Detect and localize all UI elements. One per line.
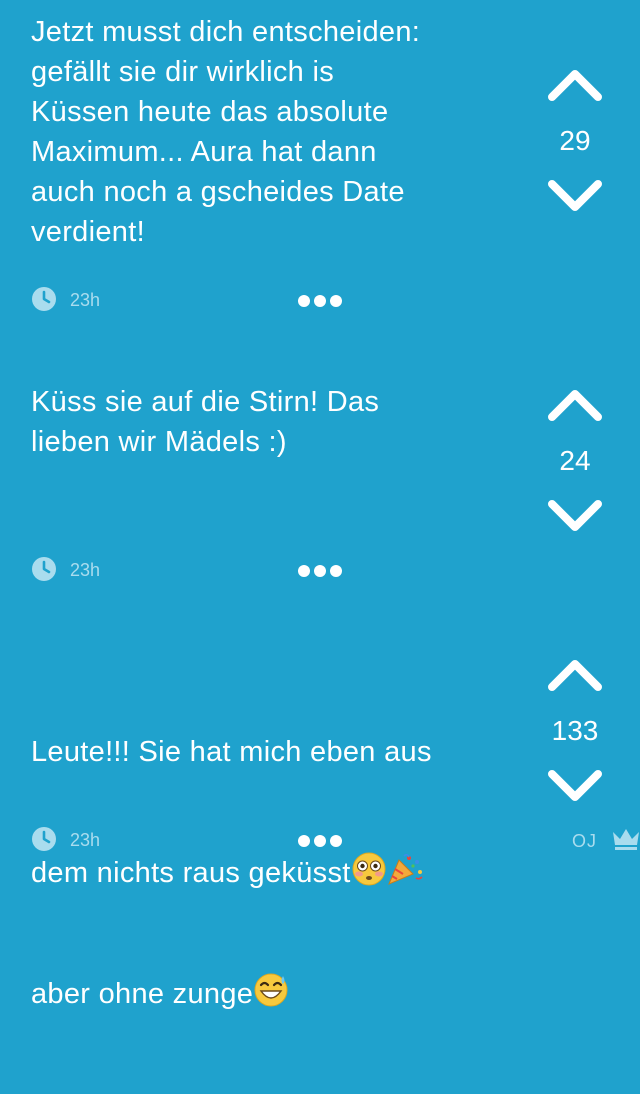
more-dots-icon[interactable] — [297, 564, 343, 578]
op-label: OJ — [572, 831, 598, 851]
more-dots-icon[interactable] — [297, 294, 343, 308]
upvote-button[interactable] — [546, 384, 604, 424]
post-text: Leute!!! Sie hat mich eben aus dem nicht… — [31, 652, 511, 1094]
post-text-segment: aber ohne zunge — [31, 978, 254, 1010]
vote-count: 24 — [559, 445, 591, 476]
post-text-line: aber ohne zunge — [31, 973, 511, 1014]
post-meta: 23h OJ — [31, 826, 639, 854]
post-text: Jetzt musst dich entscheiden: gefällt si… — [31, 16, 421, 248]
chevron-up-icon — [548, 70, 602, 101]
post-text: Küss sie auf die Stirn! Das lieben wir M… — [31, 386, 380, 458]
upvote-button[interactable] — [546, 654, 604, 694]
op-badge: OJ — [542, 826, 640, 854]
chevron-down-icon — [548, 180, 602, 211]
clock-icon — [32, 557, 56, 581]
downvote-button[interactable] — [546, 176, 604, 216]
post-text-line: Leute!!! Sie hat mich eben aus — [31, 736, 432, 768]
crown-icon — [613, 829, 639, 850]
grinning-sweat-emoji — [254, 973, 288, 1007]
chevron-down-icon — [548, 500, 602, 531]
downvote-button[interactable] — [546, 766, 604, 806]
upvote-button[interactable] — [546, 64, 604, 104]
flushed-face-emoji — [352, 852, 386, 886]
post-time: 23h — [70, 290, 101, 310]
clock-icon — [32, 827, 56, 851]
vote-count: 133 — [551, 715, 599, 746]
more-dots-icon[interactable] — [297, 834, 343, 848]
clock-icon — [32, 287, 56, 311]
jodel-feed: Jetzt musst dich entscheiden: gefällt si… — [0, 0, 640, 1010]
downvote-button[interactable] — [546, 496, 604, 536]
post-time: 23h — [70, 560, 101, 580]
post-text-line: dem nichts raus geküsst — [31, 852, 511, 893]
vote-count: 29 — [559, 125, 591, 156]
chevron-down-icon — [548, 770, 602, 801]
chevron-up-icon — [548, 390, 602, 421]
post-time: 23h — [70, 830, 101, 850]
party-popper-emoji — [387, 853, 423, 885]
post-text-segment: dem nichts raus geküsst — [31, 857, 351, 889]
chevron-up-icon — [548, 660, 602, 691]
